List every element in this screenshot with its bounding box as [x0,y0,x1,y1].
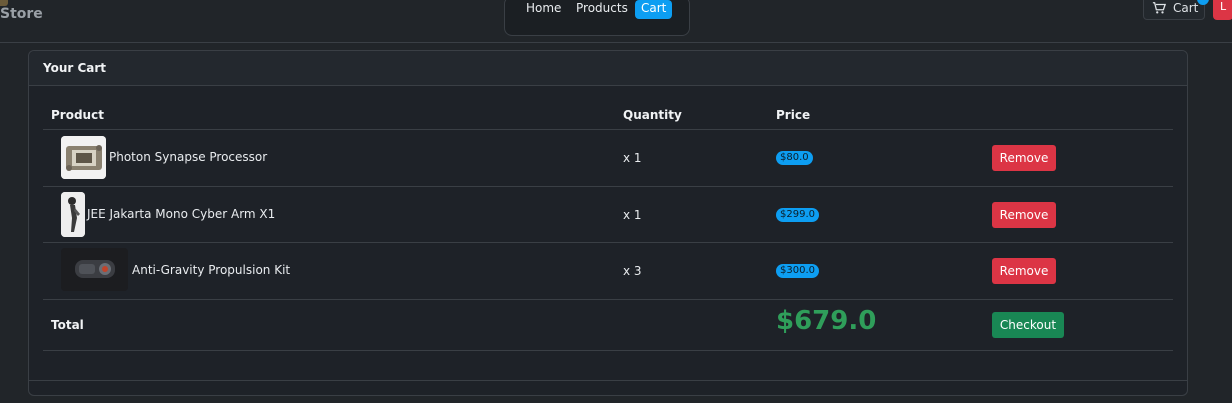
remove-button[interactable]: Remove [992,202,1056,228]
header-cart-button[interactable]: Cart [1143,0,1205,20]
column-header-quantity: Quantity [623,108,682,122]
remove-button[interactable]: Remove [992,145,1056,171]
header-cart-label: Cart [1173,1,1199,15]
product-quantity: x 1 [623,151,642,165]
price-badge: $300.0 [776,264,819,278]
cyber-arm-image [61,192,85,237]
main-nav: Home Products Cart [504,0,690,36]
nav-cart[interactable]: Cart [635,0,673,19]
cart-title: Your Cart [43,61,107,75]
processor-image [61,136,106,179]
nav-products[interactable]: Products [576,1,628,15]
column-header-price: Price [776,108,811,122]
cart-icon [1152,2,1166,14]
product-thumbnail [61,136,106,179]
table-divider [43,350,1173,351]
total-amount: $679.0 [776,306,877,336]
product-thumbnail [61,248,128,291]
cart-card-header: Your Cart [29,51,1187,86]
product-name[interactable]: Anti-Gravity Propulsion Kit [132,263,290,277]
brand-name[interactable]: Store [0,6,43,22]
table-divider [43,299,1173,300]
table-divider [43,186,1173,187]
nav-home[interactable]: Home [526,1,561,15]
total-label: Total [51,318,84,332]
table-divider [43,129,1173,130]
logout-button[interactable]: L [1213,0,1232,20]
card-footer [29,380,1187,381]
remove-button[interactable]: Remove [992,258,1056,284]
product-name[interactable]: Photon Synapse Processor [109,150,267,164]
table-divider [43,242,1173,243]
product-quantity: x 3 [623,264,642,278]
checkout-button[interactable]: Checkout [992,312,1064,338]
product-quantity: x 1 [623,208,642,222]
logout-label: L [1220,0,1227,13]
product-thumbnail [61,192,85,237]
propulsion-kit-image [61,248,128,291]
top-navbar: Store Home Products Cart Cart L [0,0,1232,43]
price-badge: $80.0 [776,151,813,165]
cart-card: Your Cart Product Quantity Price Photon … [28,50,1188,396]
column-header-product: Product [51,108,104,122]
price-badge: $299.0 [776,208,819,222]
product-name[interactable]: JEE Jakarta Mono Cyber Arm X1 [87,207,275,221]
